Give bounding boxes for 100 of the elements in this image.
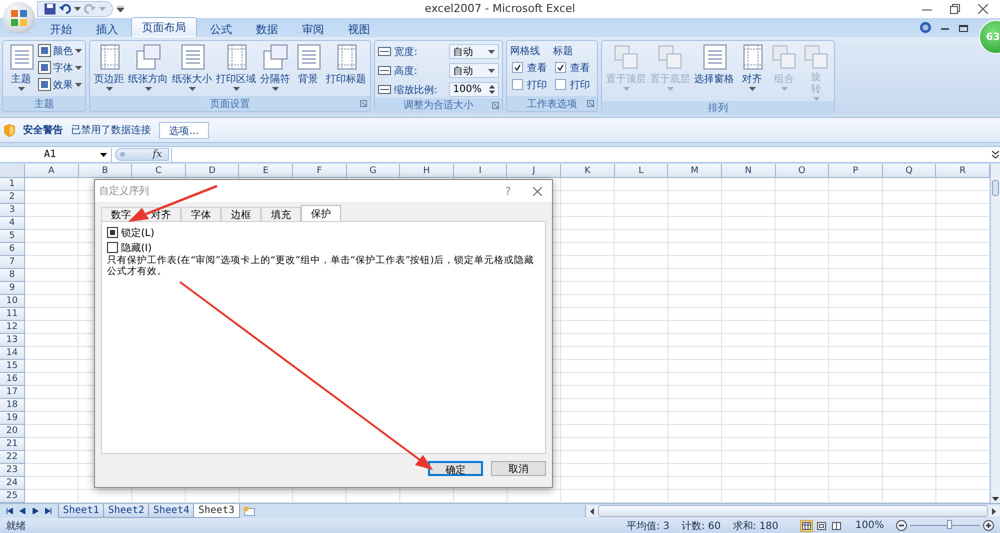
ribbon-tab[interactable]: 审阅 bbox=[291, 19, 335, 37]
column-header[interactable]: G bbox=[346, 164, 400, 178]
dialog-launcher-icon[interactable] bbox=[587, 100, 594, 107]
column-header[interactable]: O bbox=[776, 164, 830, 178]
name-box[interactable]: A1 bbox=[0, 148, 112, 162]
sheet-tab[interactable]: Sheet2 bbox=[103, 504, 150, 518]
save-icon[interactable] bbox=[44, 3, 56, 15]
row-header[interactable]: 6 bbox=[0, 243, 25, 256]
column-header[interactable]: M bbox=[668, 164, 722, 178]
column-header[interactable]: J bbox=[507, 164, 562, 178]
ribbon-button[interactable]: 打印标题 bbox=[325, 43, 367, 86]
column-header[interactable]: P bbox=[829, 164, 883, 178]
row-header[interactable]: 18 bbox=[0, 399, 25, 412]
row-header[interactable]: 24 bbox=[0, 477, 25, 490]
vertical-scrollbar[interactable] bbox=[990, 164, 1000, 504]
column-header[interactable]: A bbox=[25, 164, 79, 178]
dialog-tab[interactable]: 填充 bbox=[261, 207, 301, 221]
column-header[interactable]: N bbox=[722, 164, 776, 178]
checkbox[interactable]: 打印 bbox=[553, 77, 590, 92]
spin-field[interactable]: 100% bbox=[449, 82, 499, 97]
restore-icon[interactable] bbox=[959, 24, 968, 32]
ribbon-tab[interactable]: 公式 bbox=[199, 19, 243, 37]
dialog-tab[interactable]: 边框 bbox=[221, 207, 261, 221]
checkbox[interactable]: 打印 bbox=[510, 77, 547, 92]
zoom-out-icon[interactable] bbox=[896, 520, 907, 532]
row-header[interactable]: 11 bbox=[0, 308, 25, 322]
row-header[interactable]: 3 bbox=[0, 204, 25, 218]
customize-caret-icon[interactable] bbox=[117, 6, 124, 12]
sheet-tab[interactable]: Sheet3 bbox=[193, 504, 240, 518]
row-header[interactable]: 12 bbox=[0, 321, 25, 334]
ribbon-button[interactable]: 颜色 bbox=[38, 43, 82, 58]
zoom-in-icon[interactable] bbox=[983, 520, 994, 532]
column-header[interactable]: H bbox=[400, 164, 454, 178]
dialog-launcher-icon[interactable] bbox=[360, 100, 367, 107]
column-header[interactable]: E bbox=[239, 164, 294, 178]
checkbox[interactable]: 查看 bbox=[553, 60, 590, 75]
row-header[interactable]: 10 bbox=[0, 295, 25, 308]
dialog-tab[interactable]: 保护 bbox=[301, 205, 341, 221]
column-header[interactable]: Q bbox=[882, 164, 936, 178]
row-header[interactable]: 4 bbox=[0, 217, 25, 230]
sheet-tab[interactable]: Sheet4 bbox=[148, 504, 194, 518]
row-header[interactable]: 7 bbox=[0, 256, 25, 270]
row-header[interactable]: 14 bbox=[0, 347, 25, 360]
help-icon[interactable] bbox=[920, 22, 931, 33]
column-header[interactable]: K bbox=[561, 164, 615, 178]
office-button[interactable] bbox=[3, 2, 35, 34]
ribbon-button[interactable]: 分隔符 bbox=[259, 43, 291, 91]
row-header[interactable]: 9 bbox=[0, 282, 25, 296]
column-header[interactable]: C bbox=[132, 164, 186, 178]
restore-icon[interactable] bbox=[950, 4, 960, 14]
checkbox[interactable]: 查看 bbox=[510, 60, 547, 75]
prev-sheet-icon[interactable] bbox=[19, 508, 26, 514]
options-button[interactable]: 选项... bbox=[159, 122, 209, 139]
zoom-slider-thumb[interactable] bbox=[946, 520, 952, 530]
ribbon-button[interactable]: 纸张大小 bbox=[171, 43, 213, 91]
row-header[interactable]: 5 bbox=[0, 230, 25, 244]
insert-function-button[interactable]: fx bbox=[152, 149, 162, 160]
view-button[interactable] bbox=[800, 520, 814, 532]
row-header[interactable]: 17 bbox=[0, 386, 25, 400]
row-header[interactable]: 2 bbox=[0, 191, 25, 204]
row-header[interactable]: 13 bbox=[0, 334, 25, 348]
row-header[interactable]: 1 bbox=[0, 178, 25, 192]
spin-arrows-icon[interactable] bbox=[489, 85, 495, 94]
ribbon-button[interactable]: 主题 bbox=[6, 43, 36, 91]
dropdown-field[interactable]: 自动 bbox=[449, 63, 499, 78]
ribbon-button[interactable]: 页边距 bbox=[93, 43, 125, 91]
row-header[interactable]: 23 bbox=[0, 464, 25, 478]
last-sheet-icon[interactable] bbox=[45, 508, 52, 514]
column-header[interactable]: D bbox=[186, 164, 240, 178]
column-header[interactable]: F bbox=[293, 164, 347, 178]
ribbon-button[interactable]: 打印区域 bbox=[215, 43, 257, 91]
scroll-right-icon[interactable] bbox=[992, 508, 996, 515]
view-button[interactable] bbox=[830, 520, 844, 532]
column-header[interactable]: I bbox=[454, 164, 508, 178]
row-header[interactable]: 25 bbox=[0, 490, 25, 504]
column-header[interactable]: B bbox=[78, 164, 132, 178]
row-header[interactable]: 22 bbox=[0, 451, 25, 464]
undo-icon[interactable] bbox=[59, 3, 71, 15]
ribbon-button[interactable]: 纸张方向 bbox=[127, 43, 169, 91]
ribbon-tab[interactable]: 页面布局 bbox=[131, 17, 197, 37]
close-icon[interactable] bbox=[978, 4, 988, 14]
view-button[interactable] bbox=[815, 520, 828, 532]
ribbon-tab[interactable]: 数据 bbox=[245, 19, 289, 37]
horizontal-scrollbar[interactable] bbox=[585, 505, 1000, 518]
row-header[interactable]: 20 bbox=[0, 425, 25, 438]
row-header[interactable]: 16 bbox=[0, 373, 25, 386]
ribbon-button[interactable]: 效果 bbox=[38, 77, 82, 92]
close-icon[interactable] bbox=[533, 186, 542, 196]
dialog-button[interactable]: 取消 bbox=[491, 461, 546, 476]
row-header[interactable]: 19 bbox=[0, 412, 25, 426]
expand-icon[interactable] bbox=[992, 150, 999, 159]
help-button[interactable]: ? bbox=[505, 184, 511, 198]
ribbon-button[interactable]: 背景 bbox=[293, 43, 323, 86]
ribbon-tab[interactable]: 插入 bbox=[85, 19, 129, 37]
ribbon-button[interactable]: 选择窗格 bbox=[693, 43, 735, 86]
checkbox[interactable]: 锁定(L) bbox=[107, 226, 154, 239]
scroll-thumb-icon[interactable] bbox=[992, 180, 999, 196]
dialog-tab[interactable]: 字体 bbox=[181, 207, 221, 221]
column-header[interactable]: R bbox=[936, 164, 990, 178]
column-header[interactable]: L bbox=[614, 164, 668, 178]
